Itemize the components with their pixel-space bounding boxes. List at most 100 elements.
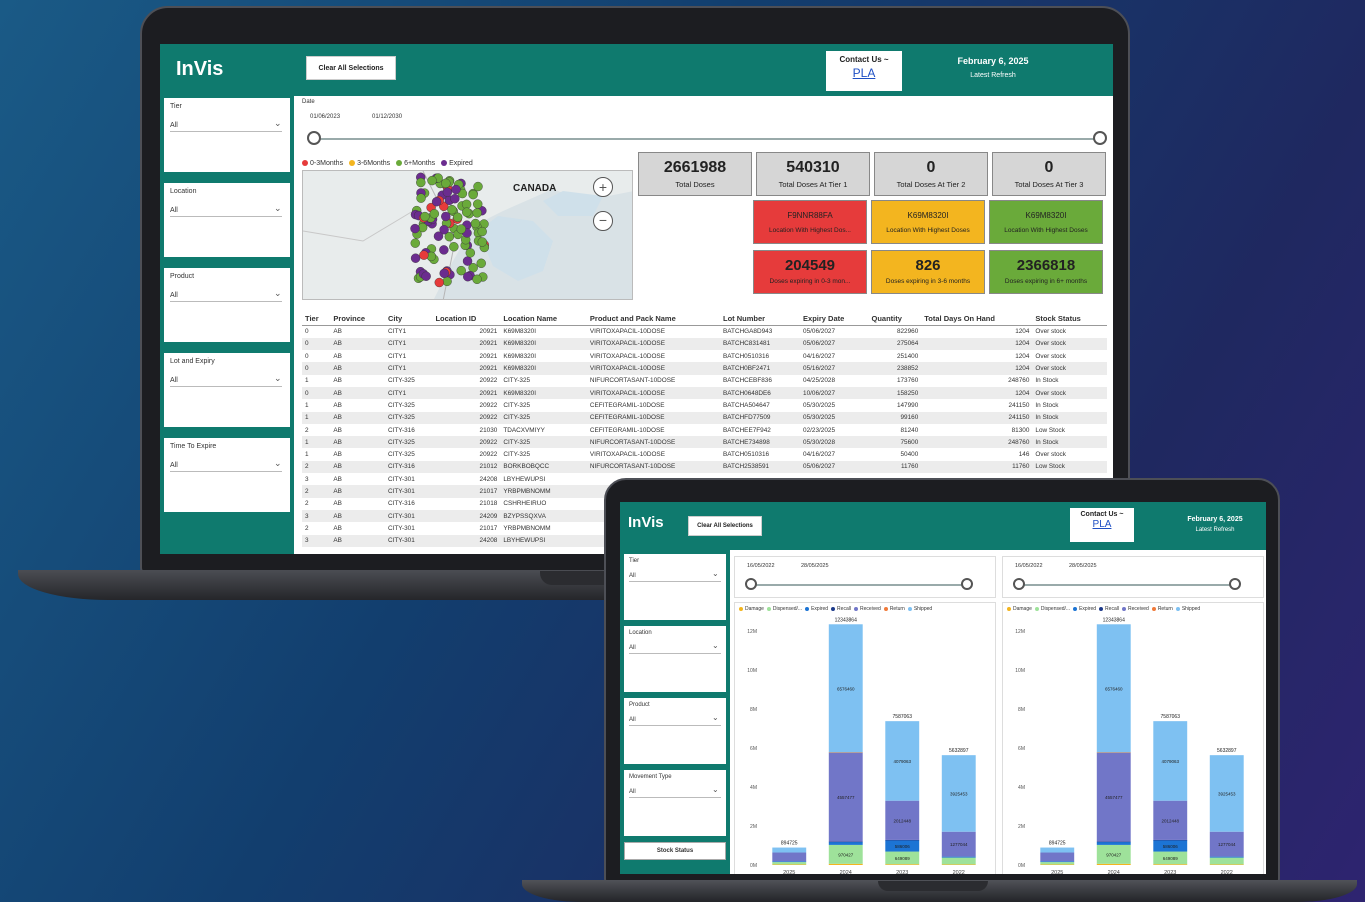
small-slicer-product[interactable]: Product All ⌄ xyxy=(624,698,726,764)
map-marker[interactable] xyxy=(450,193,460,204)
slicer-dropdown[interactable]: All xyxy=(629,645,721,654)
small-slicer-tier[interactable]: Tier All ⌄ xyxy=(624,554,726,620)
map-marker[interactable] xyxy=(473,199,483,209)
bar-segment[interactable] xyxy=(1209,864,1244,865)
column-header[interactable]: Location ID xyxy=(432,312,501,326)
bar-segment[interactable] xyxy=(1153,864,1188,865)
slicer-dropdown[interactable]: All xyxy=(170,377,282,387)
slicer-time-to-expire[interactable]: Time To Expire All ⌄ xyxy=(164,438,290,512)
small-slicer-movement-type[interactable]: Movement Type All ⌄ xyxy=(624,770,726,836)
slicer-dropdown[interactable]: All xyxy=(629,717,721,726)
bar-segment[interactable] xyxy=(941,856,976,858)
bar-segment[interactable] xyxy=(1096,752,1131,754)
map-marker[interactable] xyxy=(472,208,482,218)
chevron-down-icon[interactable]: ⌄ xyxy=(274,118,282,129)
map-marker[interactable] xyxy=(439,268,449,279)
map-marker[interactable] xyxy=(468,189,478,200)
map-marker[interactable] xyxy=(453,212,463,222)
table-row[interactable]: 1 AB CITY-325 20922 CITY-325 NIFURCORTASANT-1… xyxy=(302,436,1107,449)
map-marker[interactable] xyxy=(410,223,420,234)
date-end[interactable]: 01/12/2030 xyxy=(372,114,402,120)
map-marker[interactable] xyxy=(462,256,473,266)
range-end[interactable]: 28/05/2025 xyxy=(801,563,829,569)
date-slider-start-handle[interactable] xyxy=(307,131,321,145)
range-end-handle[interactable] xyxy=(961,578,973,590)
zoom-in-icon[interactable]: + xyxy=(593,177,613,197)
date-start[interactable]: 01/06/2023 xyxy=(310,114,340,120)
table-row[interactable]: 0 AB CITY1 20921 K69M8320I VIRITOXAPACIL-10DO… xyxy=(302,326,1107,338)
column-header[interactable]: Location Name xyxy=(500,312,587,326)
map-marker[interactable] xyxy=(465,248,476,258)
small-clear-selections-button[interactable]: Clear All Selections xyxy=(688,516,762,536)
chevron-down-icon[interactable]: ⌄ xyxy=(712,713,719,722)
chevron-down-icon[interactable]: ⌄ xyxy=(274,203,282,214)
range-start-handle[interactable] xyxy=(745,578,757,590)
map-marker[interactable] xyxy=(447,204,457,215)
bar-segment[interactable] xyxy=(1153,839,1188,841)
map-marker[interactable] xyxy=(410,238,420,248)
bar-segment[interactable] xyxy=(1096,841,1131,845)
column-header[interactable]: Product and Pack Name xyxy=(586,312,720,326)
range-end[interactable]: 28/05/2025 xyxy=(1069,563,1097,569)
bar-segment[interactable] xyxy=(828,752,863,754)
chevron-down-icon[interactable]: ⌄ xyxy=(274,288,282,299)
range-track[interactable] xyxy=(1019,584,1235,586)
bar-segment[interactable] xyxy=(941,864,976,865)
column-header[interactable]: Lot Number xyxy=(720,312,801,326)
bar-segment[interactable] xyxy=(772,862,807,865)
bar-segment[interactable] xyxy=(772,847,807,853)
bar-segment[interactable] xyxy=(772,861,807,863)
slicer-tier[interactable]: Tier All ⌄ xyxy=(164,98,290,172)
date-range-slider[interactable]: 16/05/2022 28/05/2025 xyxy=(1002,556,1264,598)
small-contact-link[interactable]: PLA xyxy=(1070,519,1134,530)
column-header[interactable]: Expiry Date xyxy=(800,312,869,326)
map-marker[interactable] xyxy=(420,211,430,222)
table-row[interactable]: 1 AB CITY-325 20922 CITY-325 VIRITOXAPACIL-10… xyxy=(302,448,1107,460)
map-marker[interactable] xyxy=(462,207,472,217)
map-marker[interactable] xyxy=(449,242,459,252)
map-marker[interactable] xyxy=(441,211,451,222)
column-header[interactable]: City xyxy=(385,312,433,326)
table-row[interactable]: 0 AB CITY1 20921 K69M8320I VIRITOXAPACIL-10DO… xyxy=(302,337,1107,351)
map-marker[interactable] xyxy=(476,258,486,268)
clear-selections-button[interactable]: Clear All Selections xyxy=(306,56,396,80)
map-marker[interactable] xyxy=(416,193,426,203)
bar-segment[interactable] xyxy=(885,864,920,865)
table-row[interactable]: 0 AB CITY1 20921 K69M8320I VIRITOXAPACIL-10DO… xyxy=(302,350,1107,362)
map-marker[interactable] xyxy=(442,187,453,197)
map-marker[interactable] xyxy=(427,175,437,186)
slicer-dropdown[interactable]: All xyxy=(170,122,282,132)
bar-segment[interactable] xyxy=(828,841,863,845)
range-start[interactable]: 16/05/2022 xyxy=(1015,563,1043,569)
bar-segment[interactable] xyxy=(1040,852,1075,862)
chevron-down-icon[interactable]: ⌄ xyxy=(274,373,282,384)
bar-segment[interactable] xyxy=(885,839,920,841)
map-marker[interactable] xyxy=(431,196,442,207)
bar-segment[interactable] xyxy=(1096,863,1131,865)
map-marker[interactable] xyxy=(419,250,429,260)
contact-link[interactable]: PLA xyxy=(826,66,902,80)
column-header[interactable]: Total Days On Hand xyxy=(921,312,1033,326)
map-marker[interactable] xyxy=(410,253,421,263)
bar-segment[interactable] xyxy=(1040,862,1075,865)
chevron-down-icon[interactable]: ⌄ xyxy=(712,569,719,578)
range-start[interactable]: 16/05/2022 xyxy=(747,563,775,569)
range-end-handle[interactable] xyxy=(1229,578,1241,590)
column-header[interactable]: Tier xyxy=(302,312,331,326)
range-track[interactable] xyxy=(751,584,967,586)
map-marker[interactable] xyxy=(456,224,466,234)
bar-segment[interactable] xyxy=(772,864,807,865)
bar-segment[interactable] xyxy=(828,841,863,843)
column-header[interactable]: Quantity xyxy=(868,312,922,326)
bar-segment[interactable] xyxy=(1040,847,1075,853)
map-marker[interactable] xyxy=(477,226,487,237)
table-row[interactable]: 1 AB CITY-325 20922 CITY-325 CEFITEGRAMIL-10D… xyxy=(302,411,1107,424)
map-marker[interactable] xyxy=(429,209,440,219)
bar-segment[interactable] xyxy=(828,863,863,865)
map-marker[interactable] xyxy=(473,181,483,192)
map-marker[interactable] xyxy=(439,245,449,255)
bar-segment[interactable] xyxy=(1096,841,1131,843)
slicer-dropdown[interactable]: All xyxy=(629,789,721,798)
map-marker[interactable] xyxy=(421,271,431,281)
bar-segment[interactable] xyxy=(941,857,976,865)
